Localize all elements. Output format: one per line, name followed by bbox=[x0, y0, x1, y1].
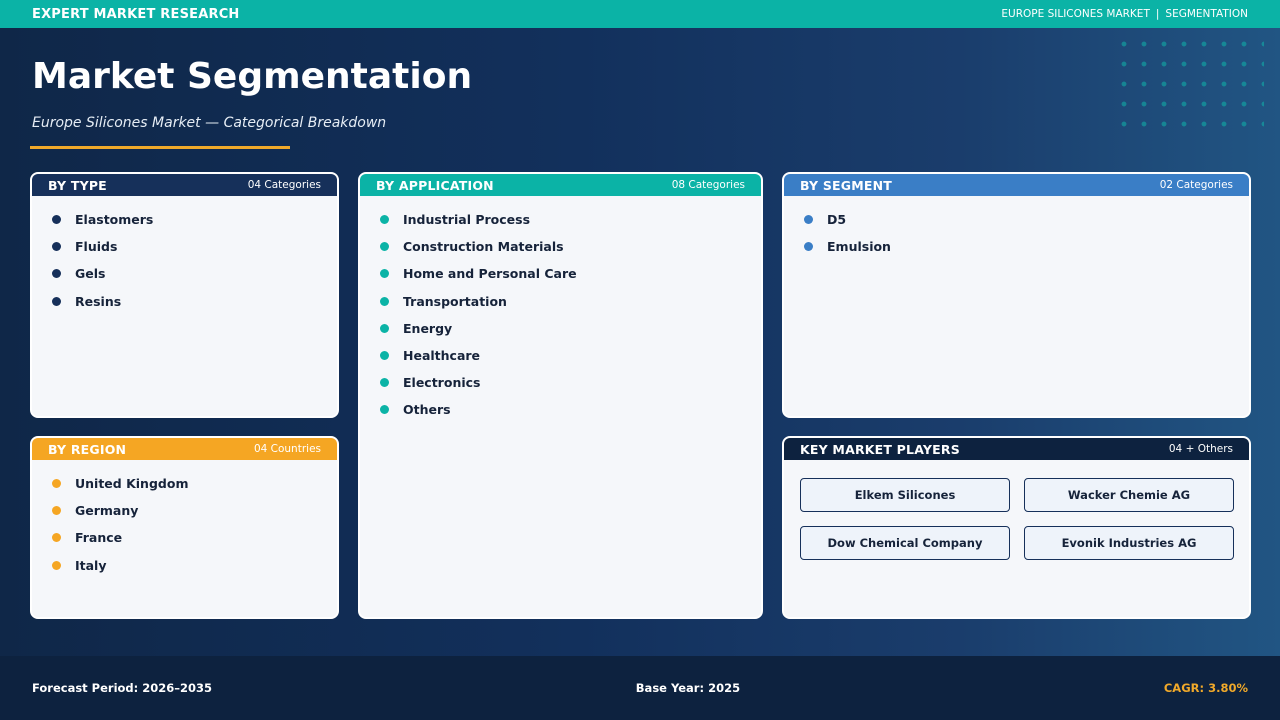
item-label: Emulsion bbox=[827, 239, 891, 255]
card-by-type: BY TYPE 04 Categories Elastomers Fluids … bbox=[30, 172, 339, 418]
list-item: Electronics bbox=[380, 369, 761, 396]
card-header-by-segment: BY SEGMENT 02 Categories bbox=[784, 174, 1249, 196]
bullet-icon bbox=[380, 378, 389, 388]
list-item: Transportation bbox=[380, 288, 761, 315]
list-item: Industrial Process bbox=[380, 206, 761, 233]
card-title: BY APPLICATION bbox=[376, 177, 494, 193]
forecast-period: Forecast Period: 2026–2035 bbox=[32, 681, 213, 695]
bullet-icon bbox=[380, 405, 389, 415]
bullet-icon bbox=[380, 242, 389, 252]
category-count: 04 Categories bbox=[247, 179, 321, 191]
bullet-icon bbox=[52, 560, 61, 570]
list-item: Italy bbox=[52, 552, 337, 579]
decorative-dot-grid bbox=[1114, 34, 1264, 134]
card-by-application: BY APPLICATION 08 Categories Industrial … bbox=[358, 172, 763, 619]
list-item: Germany bbox=[52, 497, 337, 524]
item-label: Home and Personal Care bbox=[403, 266, 577, 282]
item-label: Germany bbox=[75, 503, 139, 519]
list-item: Fluids bbox=[52, 233, 337, 260]
card-key-players: KEY MARKET PLAYERS 04 + Others Elkem Sil… bbox=[782, 436, 1251, 619]
list-item: D5 bbox=[804, 206, 1249, 233]
bullet-icon bbox=[380, 296, 389, 306]
player-chip: Elkem Silicones bbox=[800, 478, 1010, 512]
card-title: BY SEGMENT bbox=[800, 177, 893, 193]
card-header-key-players: KEY MARKET PLAYERS 04 + Others bbox=[784, 438, 1249, 460]
card-header-by-region: BY REGION 04 Countries bbox=[32, 438, 337, 460]
list-item: United Kingdom bbox=[52, 470, 337, 497]
title-accent-line bbox=[30, 146, 290, 149]
item-label: Italy bbox=[75, 557, 107, 573]
bullet-icon bbox=[52, 215, 61, 225]
players-grid: Elkem Silicones Wacker Chemie AG Dow Che… bbox=[784, 460, 1249, 560]
bullet-icon bbox=[52, 269, 61, 279]
category-count: 02 Categories bbox=[1159, 179, 1233, 191]
item-label: Construction Materials bbox=[403, 239, 564, 255]
item-label: Fluids bbox=[75, 239, 118, 255]
list-item: Home and Personal Care bbox=[380, 260, 761, 287]
list-item: Construction Materials bbox=[380, 233, 761, 260]
region-list: United Kingdom Germany France Italy bbox=[32, 460, 337, 579]
player-count: 04 + Others bbox=[1168, 443, 1233, 455]
card-title: BY REGION bbox=[48, 441, 127, 457]
bullet-icon bbox=[380, 323, 389, 333]
card-by-region: BY REGION 04 Countries United Kingdom Ge… bbox=[30, 436, 339, 619]
bullet-icon bbox=[804, 215, 813, 225]
page-subtitle: Europe Silicones Market — Categorical Br… bbox=[32, 115, 387, 131]
bullet-icon bbox=[52, 533, 61, 543]
list-item: Energy bbox=[380, 315, 761, 342]
bullet-icon bbox=[380, 215, 389, 225]
item-label: France bbox=[75, 530, 123, 546]
card-title: KEY MARKET PLAYERS bbox=[800, 441, 960, 457]
player-chip: Wacker Chemie AG bbox=[1024, 478, 1234, 512]
brand-name: EXPERT MARKET RESEARCH bbox=[32, 6, 240, 22]
item-label: Healthcare bbox=[403, 348, 481, 364]
application-list: Industrial Process Construction Material… bbox=[360, 196, 761, 424]
breadcrumb-separator: | bbox=[1155, 8, 1160, 20]
breadcrumb-section: SEGMENTATION bbox=[1165, 8, 1248, 20]
bullet-icon bbox=[52, 506, 61, 516]
item-label: Gels bbox=[75, 266, 106, 282]
item-label: Industrial Process bbox=[403, 212, 531, 228]
item-label: Electronics bbox=[403, 375, 481, 391]
item-label: Transportation bbox=[403, 293, 507, 309]
list-item: Gels bbox=[52, 260, 337, 287]
item-label: Others bbox=[403, 402, 451, 418]
player-chip: Dow Chemical Company bbox=[800, 526, 1010, 560]
item-label: Resins bbox=[75, 293, 122, 309]
card-title: BY TYPE bbox=[48, 177, 107, 193]
footer-bar: Forecast Period: 2026–2035 Base Year: 20… bbox=[0, 656, 1280, 720]
card-header-by-application: BY APPLICATION 08 Categories bbox=[360, 174, 761, 196]
bullet-icon bbox=[52, 479, 61, 489]
type-list: Elastomers Fluids Gels Resins bbox=[32, 196, 337, 315]
list-item: Emulsion bbox=[804, 233, 1249, 260]
list-item: Others bbox=[380, 396, 761, 423]
item-label: Energy bbox=[403, 320, 453, 336]
base-year: Base Year: 2025 bbox=[635, 681, 741, 695]
bullet-icon bbox=[52, 296, 61, 306]
bullet-icon bbox=[380, 351, 389, 361]
list-item: Elastomers bbox=[52, 206, 337, 233]
top-bar: EXPERT MARKET RESEARCH EUROPE SILICONES … bbox=[0, 0, 1280, 28]
category-count: 08 Categories bbox=[671, 179, 745, 191]
breadcrumb-market: EUROPE SILICONES MARKET bbox=[1001, 8, 1150, 20]
card-by-segment: BY SEGMENT 02 Categories D5 Emulsion bbox=[782, 172, 1251, 418]
bullet-icon bbox=[804, 242, 813, 252]
item-label: D5 bbox=[827, 212, 847, 228]
breadcrumb: EUROPE SILICONES MARKET | SEGMENTATION bbox=[1001, 8, 1248, 20]
bullet-icon bbox=[380, 269, 389, 279]
list-item: Healthcare bbox=[380, 342, 761, 369]
country-count: 04 Countries bbox=[253, 443, 321, 455]
card-header-by-type: BY TYPE 04 Categories bbox=[32, 174, 337, 196]
bullet-icon bbox=[52, 242, 61, 252]
segment-list: D5 Emulsion bbox=[784, 196, 1249, 260]
list-item: France bbox=[52, 524, 337, 551]
item-label: Elastomers bbox=[75, 212, 154, 228]
player-chip: Evonik Industries AG bbox=[1024, 526, 1234, 560]
cagr-value: CAGR: 3.80% bbox=[1163, 681, 1248, 695]
page-title: Market Segmentation bbox=[32, 56, 473, 97]
list-item: Resins bbox=[52, 288, 337, 315]
item-label: United Kingdom bbox=[75, 476, 189, 492]
